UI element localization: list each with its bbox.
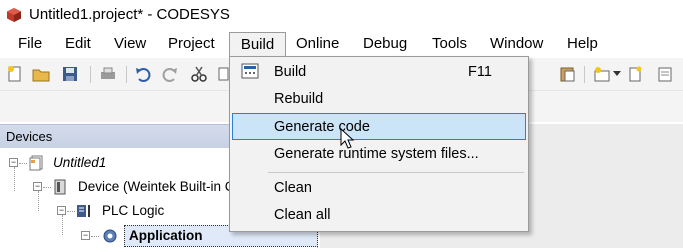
menu-help[interactable]: Help	[567, 30, 598, 58]
window-title: Untitled1.project* - CODESYS	[29, 6, 230, 23]
menu-project[interactable]: Project	[168, 30, 215, 58]
collapse-toggle-icon[interactable]: −	[33, 182, 42, 191]
menu-item-label: Rebuild	[274, 91, 324, 107]
menu-item-build[interactable]: Build F11	[232, 59, 526, 86]
collapse-toggle-icon[interactable]: −	[9, 158, 18, 167]
tree-item-label: PLC Logic	[102, 203, 165, 218]
menu-debug[interactable]: Debug	[363, 30, 407, 58]
collapse-toggle-icon[interactable]: −	[81, 231, 90, 240]
build-menu-dropdown: Build F11 Rebuild Generate code Generate…	[229, 56, 529, 232]
project-icon	[29, 155, 43, 171]
mouse-pointer-icon	[340, 128, 355, 149]
menu-item-label: Build	[274, 64, 307, 80]
add-object-icon[interactable]	[593, 65, 611, 83]
menu-item-label: Clean	[274, 180, 312, 196]
toolbar-separator	[126, 66, 127, 83]
menu-tools[interactable]: Tools	[432, 30, 467, 58]
codesys-cube-icon	[7, 8, 21, 22]
toolbar-separator	[90, 66, 91, 83]
menu-item-shortcut: F11	[468, 64, 492, 80]
title-bar: Untitled1.project* - CODESYS	[0, 0, 683, 30]
application-gear-icon	[103, 229, 117, 243]
menu-file[interactable]: File	[18, 30, 42, 58]
redo-icon[interactable]	[161, 65, 179, 83]
plc-logic-icon	[77, 205, 90, 217]
menu-build[interactable]: Build	[229, 32, 286, 59]
save-icon[interactable]	[61, 65, 79, 83]
menu-online[interactable]: Online	[296, 30, 339, 58]
menu-bar: File Edit View Project Build Online Debu…	[0, 30, 683, 59]
build-icon	[241, 63, 259, 79]
open-folder-icon[interactable]	[32, 65, 50, 83]
menu-item-clean-all[interactable]: Clean all	[232, 202, 526, 229]
menu-item-generate-code[interactable]: Generate code	[232, 113, 526, 140]
menu-item-label: Generate runtime system files...	[274, 146, 479, 162]
menu-item-generate-runtime-files[interactable]: Generate runtime system files...	[232, 141, 526, 168]
new-project-icon[interactable]	[6, 65, 24, 83]
dropdown-arrow-icon[interactable]	[613, 71, 621, 77]
menu-window[interactable]: Window	[490, 30, 543, 58]
menu-item-rebuild[interactable]: Rebuild	[232, 86, 526, 113]
print-icon[interactable]	[99, 65, 117, 83]
device-icon	[54, 179, 66, 195]
menu-item-clean[interactable]: Clean	[232, 175, 526, 202]
tree-item-label: Untitled1	[53, 155, 107, 170]
collapse-toggle-icon[interactable]: −	[57, 206, 66, 215]
menu-view[interactable]: View	[114, 30, 146, 58]
menu-separator	[268, 172, 524, 173]
menu-edit[interactable]: Edit	[65, 30, 91, 58]
properties-icon[interactable]	[656, 65, 674, 83]
menu-item-label: Clean all	[274, 207, 331, 223]
paste-icon[interactable]	[558, 65, 576, 83]
tree-item-label: Device (Weintek Built-in C	[78, 179, 235, 194]
devices-panel-title: Devices	[6, 129, 53, 144]
tree-item-label: Application	[129, 228, 203, 243]
undo-icon[interactable]	[134, 65, 152, 83]
new-file-icon[interactable]	[626, 65, 644, 83]
toolbar-separator	[584, 66, 585, 83]
cut-icon[interactable]	[190, 65, 208, 83]
